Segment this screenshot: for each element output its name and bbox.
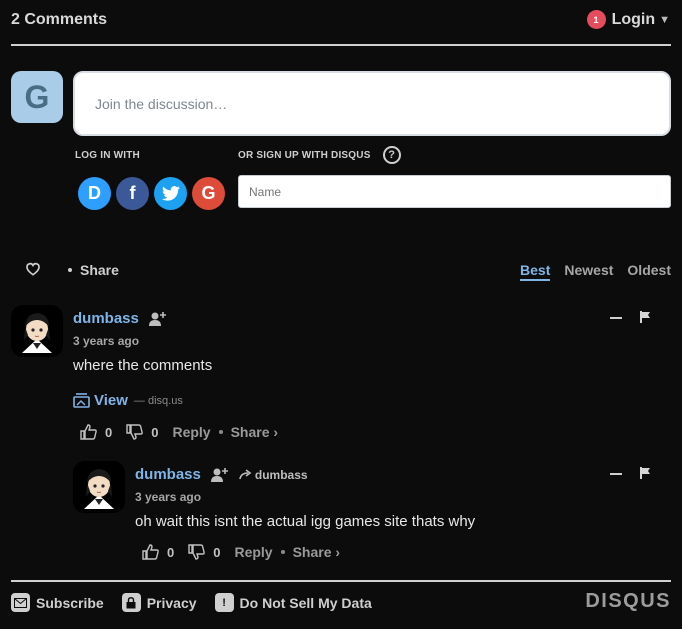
twitter-icon[interactable]: [154, 177, 187, 210]
comment-input[interactable]: Join the discussion…: [73, 71, 671, 136]
header-divider: [11, 44, 671, 46]
thread-share-label: Share: [80, 262, 119, 278]
name-input[interactable]: [238, 175, 671, 208]
privacy-link[interactable]: Privacy: [121, 593, 197, 612]
alert-icon: !: [214, 593, 234, 612]
subscribe-link[interactable]: Subscribe: [11, 593, 104, 612]
guest-avatar: G: [11, 71, 63, 123]
do-not-sell-link[interactable]: ! Do Not Sell My Data: [214, 593, 372, 612]
downvote-icon[interactable]: [188, 544, 206, 560]
privacy-label: Privacy: [146, 594, 197, 611]
login-button[interactable]: Login: [612, 11, 656, 29]
flag-icon[interactable]: [640, 466, 651, 484]
comment-text: where the comments: [73, 357, 213, 374]
caret-down-icon: ▼: [659, 13, 670, 26]
comment-author[interactable]: dumbass: [135, 466, 201, 483]
follow-user-icon[interactable]: [148, 311, 167, 327]
share-button[interactable]: Share ›: [231, 424, 278, 440]
reply-button[interactable]: Reply: [234, 544, 272, 560]
comment-avatar[interactable]: [73, 461, 125, 513]
flag-icon[interactable]: [640, 310, 651, 328]
comment-timestamp[interactable]: 3 years ago: [73, 334, 139, 348]
follow-user-icon[interactable]: [210, 467, 229, 483]
bullet-icon: [68, 268, 72, 272]
bullet-icon: [218, 430, 223, 434]
upvote-icon[interactable]: [80, 424, 97, 440]
bullet-icon: [280, 550, 285, 554]
downvote-icon[interactable]: [126, 424, 144, 440]
sort-newest-tab[interactable]: Newest: [564, 262, 613, 281]
view-label: View: [94, 392, 128, 409]
in-reply-to-link[interactable]: dumbass: [239, 468, 308, 482]
comment-author[interactable]: dumbass: [73, 310, 139, 327]
comment-timestamp[interactable]: 3 years ago: [135, 490, 201, 504]
disqus-logo[interactable]: DISQUS: [585, 590, 671, 613]
comment-count: 2 Comments: [11, 11, 108, 28]
downvote-count: 0: [213, 544, 221, 560]
image-gallery-icon: [73, 393, 90, 408]
login-with-label: LOG IN WITH: [75, 150, 140, 161]
lock-icon: [121, 593, 141, 612]
reply-to-author: dumbass: [254, 467, 308, 482]
upvote-count: 0: [167, 544, 175, 560]
google-icon[interactable]: G: [192, 177, 225, 210]
recommend-button[interactable]: [25, 262, 41, 281]
sort-best-tab[interactable]: Best: [520, 262, 551, 281]
do-not-sell-label: Do Not Sell My Data: [239, 594, 372, 611]
disqus-icon[interactable]: D: [78, 177, 111, 210]
sort-oldest-tab[interactable]: Oldest: [627, 262, 671, 281]
comment-text: oh wait this isnt the actual igg games s…: [135, 513, 476, 530]
media-view-link[interactable]: View — disq.us: [73, 392, 183, 409]
reply-arrow-icon: [239, 469, 252, 480]
comment-avatar[interactable]: [11, 305, 63, 357]
heart-icon: [26, 262, 40, 276]
footer-divider: [11, 580, 671, 582]
facebook-icon[interactable]: f: [116, 177, 149, 210]
downvote-count: 0: [151, 424, 159, 440]
share-button[interactable]: Share ›: [293, 544, 340, 560]
thread-share-button[interactable]: Share: [68, 262, 119, 278]
notification-badge[interactable]: 1: [586, 10, 606, 29]
subscribe-label: Subscribe: [36, 594, 104, 611]
collapse-icon[interactable]: [610, 473, 622, 475]
login-menu[interactable]: 1 Login ▼: [586, 10, 670, 29]
view-source: — disq.us: [133, 394, 183, 407]
envelope-icon: [11, 593, 30, 612]
upvote-icon[interactable]: [142, 544, 159, 560]
reply-button[interactable]: Reply: [172, 424, 210, 440]
signup-label: OR SIGN UP WITH DISQUS: [238, 149, 371, 161]
upvote-count: 0: [105, 424, 113, 440]
comment-input-placeholder: Join the discussion…: [95, 95, 228, 112]
collapse-icon[interactable]: [610, 317, 622, 319]
help-icon[interactable]: ?: [382, 146, 401, 164]
